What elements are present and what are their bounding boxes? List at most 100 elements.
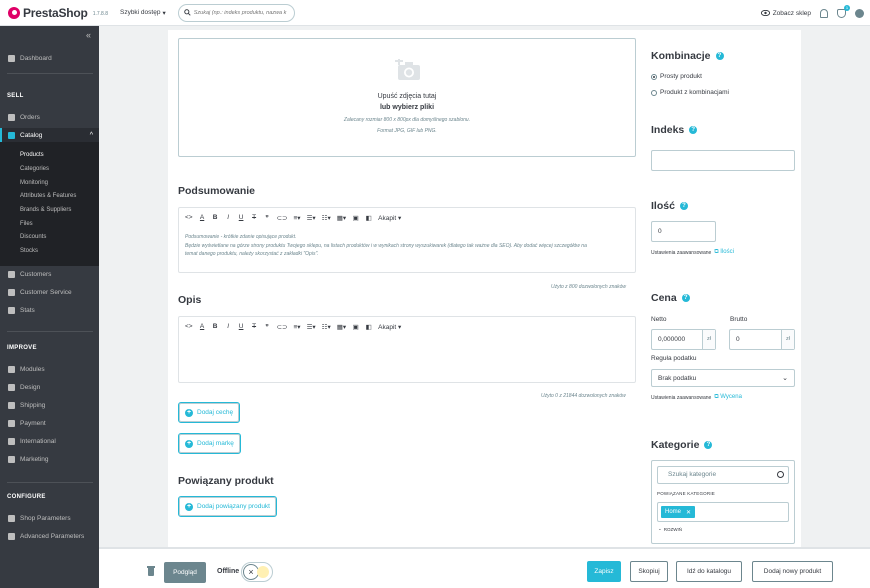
sidebar-item-customer-service[interactable]: Customer Service: [0, 285, 99, 299]
view-shop-link[interactable]: Zobacz sklep: [760, 10, 811, 17]
online-toggle[interactable]: ×: [241, 562, 273, 582]
sidebar-item-advanced-parameters[interactable]: Advanced Parameters: [0, 529, 99, 543]
bold-icon[interactable]: B: [212, 214, 219, 221]
submenu-item-stocks[interactable]: Stocks: [20, 248, 38, 254]
sidebar-item-design[interactable]: Design: [0, 380, 99, 394]
strikethrough-icon[interactable]: T: [251, 323, 258, 330]
image-dropzone[interactable]: Upuść zdjęcia tutaj lub wybierz pliki Za…: [178, 38, 636, 157]
go-to-catalog-button[interactable]: Idź do katalogu: [676, 561, 742, 582]
paragraph-dropdown[interactable]: Akapit ▾: [378, 323, 401, 331]
submenu-item-discounts[interactable]: Discounts: [20, 234, 46, 240]
summary-editor-content[interactable]: Podsumowanie - krótkie zdanie opisujące …: [179, 227, 635, 259]
link-icon[interactable]: ⊂⊃: [277, 214, 288, 222]
sidebar-item-shop-parameters[interactable]: Shop Parameters: [0, 511, 99, 525]
sidebar-item-modules[interactable]: Modules: [0, 362, 99, 376]
image-icon[interactable]: ▣: [352, 323, 359, 331]
submenu-item-categories[interactable]: Categories: [20, 166, 49, 172]
summary-editor[interactable]: <> A B I U T ❞ ⊂⊃ ≡▾ ☰▾ ☷▾ ▦▾ ▣ ◧ Akapit…: [178, 207, 636, 273]
currency-addon: zł: [702, 330, 715, 349]
submenu-item-monitoring[interactable]: Monitoring: [20, 180, 48, 186]
net-price-input[interactable]: 0,000000 zł: [651, 329, 716, 350]
italic-icon[interactable]: I: [225, 214, 232, 221]
product-with-combinations-radio[interactable]: Produkt z kombinacjami: [651, 89, 729, 96]
category-tag-home[interactable]: Home ✕: [661, 506, 696, 518]
sidebar-item-customers[interactable]: Customers: [0, 267, 99, 281]
help-icon[interactable]: ?: [689, 126, 698, 134]
quantity-input[interactable]: 0: [651, 221, 716, 242]
summary-toolbar: <> A B I U T ❞ ⊂⊃ ≡▾ ☰▾ ☷▾ ▦▾ ▣ ◧ Akapit…: [179, 208, 635, 227]
submenu-item-files[interactable]: Files: [20, 221, 33, 227]
category-tags[interactable]: Home ✕: [657, 502, 789, 522]
add-brand-button[interactable]: + Dodaj markę: [178, 433, 241, 454]
category-search-input[interactable]: Szukaj kategorie: [657, 466, 789, 484]
submenu-item-attributes[interactable]: Attributes & Features: [20, 193, 76, 199]
header-search[interactable]: [177, 3, 295, 22]
user-account-icon[interactable]: [855, 8, 864, 18]
image-icon[interactable]: ▣: [352, 214, 359, 222]
preview-button[interactable]: Podgląd: [164, 562, 206, 583]
sidebar-item-marketing[interactable]: Marketing: [0, 452, 99, 466]
logo[interactable]: PrestaShop: [8, 6, 88, 20]
font-color-icon[interactable]: A: [199, 323, 206, 330]
paragraph-dropdown[interactable]: Akapit ▾: [378, 214, 401, 222]
media-icon[interactable]: ◧: [365, 214, 372, 222]
collapse-sidebar-icon[interactable]: «: [86, 30, 91, 40]
choose-files-link[interactable]: lub wybierz pliki: [179, 104, 635, 111]
quote-icon[interactable]: ❞: [264, 214, 271, 222]
numbered-list-icon[interactable]: ☷▾: [322, 214, 331, 222]
add-new-product-button[interactable]: Dodaj nowy produkt: [752, 561, 833, 582]
submenu-item-brands[interactable]: Brands & Suppliers: [20, 207, 71, 213]
italic-icon[interactable]: I: [225, 323, 232, 330]
sidebar-item-shipping[interactable]: Shipping: [0, 398, 99, 412]
help-icon[interactable]: ?: [715, 52, 724, 60]
pricing-link[interactable]: ⧉ Wycena: [714, 394, 742, 401]
save-button[interactable]: Zapisz: [587, 561, 621, 582]
underline-icon[interactable]: U: [238, 214, 245, 221]
bold-icon[interactable]: B: [212, 323, 219, 330]
expand-tree-toggle[interactable]: ⌄ ROZWIŃ: [658, 526, 682, 532]
align-icon[interactable]: ≡▾: [294, 214, 301, 222]
trophy-icon[interactable]: 1: [837, 4, 850, 18]
quantities-link[interactable]: ⧉ Ilości: [714, 249, 734, 256]
sidebar-item-dashboard[interactable]: Dashboard: [0, 51, 99, 65]
quick-access-dropdown[interactable]: Szybki dostęp ▾: [120, 9, 166, 17]
sidebar-item-catalog[interactable]: Catalog ^: [0, 128, 99, 142]
help-icon[interactable]: ?: [704, 441, 713, 449]
help-icon[interactable]: ?: [681, 294, 690, 302]
source-code-icon[interactable]: <>: [185, 323, 193, 330]
trash-icon[interactable]: [147, 566, 155, 576]
help-icon[interactable]: ?: [679, 202, 688, 210]
media-icon[interactable]: ◧: [365, 323, 372, 331]
simple-product-radio[interactable]: Prosty produkt: [651, 73, 702, 80]
align-icon[interactable]: ≡▾: [294, 323, 301, 331]
underline-icon[interactable]: U: [238, 323, 245, 330]
sidebar-item-international[interactable]: International: [0, 434, 99, 448]
bullet-list-icon[interactable]: ☰▾: [307, 214, 316, 222]
reference-input[interactable]: [651, 150, 795, 171]
sidebar-item-label: Customers: [20, 270, 52, 278]
prestashop-logo-icon: [8, 6, 20, 19]
submenu-item-products[interactable]: Products: [20, 152, 44, 158]
bell-icon[interactable]: [820, 8, 828, 18]
bullet-list-icon[interactable]: ☰▾: [307, 323, 316, 331]
add-feature-button[interactable]: + Dodaj cechę: [178, 402, 241, 423]
quote-icon[interactable]: ❞: [264, 323, 271, 331]
duplicate-button[interactable]: Skopiuj: [630, 561, 668, 582]
link-icon[interactable]: ⊂⊃: [277, 323, 288, 331]
gross-price-input[interactable]: 0 zł: [729, 329, 795, 350]
table-icon[interactable]: ▦▾: [337, 323, 346, 331]
tax-rule-select[interactable]: Brak podatku ⌄: [651, 369, 795, 387]
header-search-input[interactable]: [193, 9, 294, 16]
strikethrough-icon[interactable]: T: [251, 214, 258, 221]
sidebar-item-payment[interactable]: Payment: [0, 416, 99, 430]
close-icon[interactable]: ✕: [686, 509, 691, 516]
sidebar-item-stats[interactable]: Stats: [0, 303, 99, 317]
add-related-product-button[interactable]: + Dodaj powiązany produkt: [178, 496, 277, 517]
table-icon[interactable]: ▦▾: [337, 214, 346, 222]
net-price-value: 0,000000: [658, 336, 686, 343]
font-color-icon[interactable]: A: [199, 214, 206, 221]
source-code-icon[interactable]: <>: [185, 214, 193, 221]
description-editor[interactable]: <> A B I U T ❞ ⊂⊃ ≡▾ ☰▾ ☷▾ ▦▾ ▣ ◧ Akapit…: [178, 316, 636, 383]
sidebar-item-orders[interactable]: Orders: [0, 110, 99, 124]
numbered-list-icon[interactable]: ☷▾: [322, 323, 331, 331]
